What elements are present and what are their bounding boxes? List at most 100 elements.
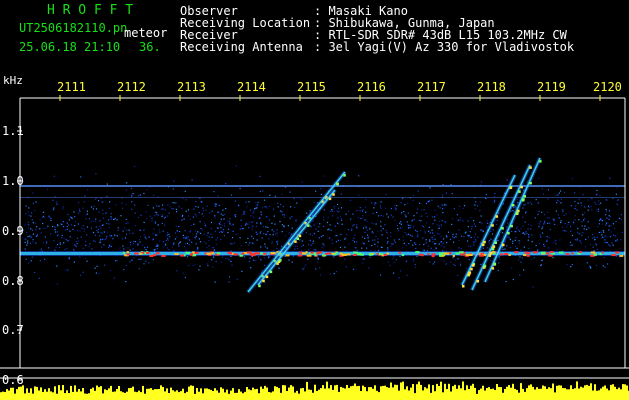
noise-speck xyxy=(163,246,165,248)
noise-speck xyxy=(432,223,434,225)
noise-speck xyxy=(497,269,499,272)
noise-speck xyxy=(356,228,358,230)
noise-speck xyxy=(319,267,321,269)
noise-speck xyxy=(340,233,342,235)
noise-speck xyxy=(262,226,264,228)
noise-speck xyxy=(215,239,217,241)
spectrum-column xyxy=(224,392,226,400)
noise-speck xyxy=(530,258,532,261)
noise-speck xyxy=(194,213,196,215)
carrier-hotspot xyxy=(310,251,314,254)
noise-speck xyxy=(396,225,398,227)
spectrum-column xyxy=(322,385,324,400)
noise-speck xyxy=(381,246,383,248)
noise-speck xyxy=(394,219,396,221)
noise-speck xyxy=(52,209,55,211)
carrier-hotspot xyxy=(415,251,420,254)
noise-speck xyxy=(35,235,38,237)
noise-speck xyxy=(252,226,254,228)
y-axis-unit: kHz xyxy=(3,74,23,87)
noise-speck xyxy=(108,226,110,228)
spectrum-column xyxy=(368,387,370,400)
noise-speck xyxy=(442,208,444,210)
noise-speck xyxy=(602,265,604,267)
noise-speck xyxy=(488,241,490,243)
noise-speck xyxy=(169,236,171,238)
noise-speck xyxy=(462,220,464,222)
noise-speck xyxy=(260,231,262,233)
noise-speck xyxy=(56,203,58,205)
noise-speck xyxy=(301,199,303,201)
noise-speck xyxy=(488,240,490,242)
noise-speck xyxy=(26,231,28,234)
spectrum-column xyxy=(432,385,434,400)
noise-speck xyxy=(338,223,340,225)
noise-speck xyxy=(309,244,312,246)
noise-speck xyxy=(315,249,317,251)
noise-speck xyxy=(620,218,622,220)
meteor-hotspot xyxy=(472,264,475,267)
noise-speck xyxy=(248,221,250,223)
spectrum-column xyxy=(182,388,184,400)
noise-speck xyxy=(358,175,360,177)
noise-speck xyxy=(72,228,74,230)
noise-speck xyxy=(370,222,372,224)
noise-speck xyxy=(401,247,403,249)
noise-speck xyxy=(547,189,549,191)
carrier-hotspot xyxy=(254,252,259,255)
noise-speck xyxy=(576,231,579,233)
noise-speck xyxy=(522,207,524,209)
noise-speck xyxy=(44,258,46,260)
noise-speck xyxy=(274,223,276,225)
noise-speck xyxy=(229,220,231,222)
noise-speck xyxy=(68,257,70,259)
noise-speck xyxy=(296,202,298,204)
noise-speck xyxy=(319,223,321,225)
noise-speck xyxy=(93,205,95,207)
noise-speck xyxy=(288,232,290,234)
noise-speck xyxy=(73,211,75,213)
noise-speck xyxy=(522,232,524,234)
noise-speck xyxy=(301,240,304,242)
carrier-hotspot xyxy=(206,252,212,255)
spectrum-column xyxy=(50,391,52,400)
spectrum-column xyxy=(472,383,474,400)
carrier-hotspot xyxy=(463,252,466,255)
noise-speck xyxy=(214,281,216,283)
noise-speck xyxy=(92,220,94,222)
noise-speck xyxy=(587,199,589,201)
noise-speck xyxy=(507,219,509,221)
noise-speck xyxy=(139,194,141,196)
spectrum-column xyxy=(500,387,502,400)
spectrum-column xyxy=(44,389,46,400)
noise-speck xyxy=(227,228,230,230)
noise-speck xyxy=(419,202,421,204)
carrier-hotspot xyxy=(479,254,484,257)
noise-speck xyxy=(181,219,183,221)
noise-speck xyxy=(263,199,266,201)
noise-speck xyxy=(443,205,445,207)
meteor-hotspot xyxy=(520,185,523,189)
noise-speck xyxy=(113,277,115,279)
y-tick-label: 1.1 xyxy=(2,124,24,138)
x-tick-label: 2116 xyxy=(357,80,386,94)
noise-speck xyxy=(47,247,50,249)
noise-speck xyxy=(108,223,110,225)
noise-speck xyxy=(217,211,220,213)
noise-speck xyxy=(62,206,64,208)
noise-speck xyxy=(597,208,599,210)
noise-speck xyxy=(358,194,360,196)
noise-speck xyxy=(79,256,81,258)
noise-speck xyxy=(260,214,263,216)
noise-speck xyxy=(100,238,102,240)
spectrum-column xyxy=(564,388,566,400)
noise-speck xyxy=(543,214,545,216)
noise-speck xyxy=(24,248,26,250)
spectrum-column xyxy=(550,388,552,400)
noise-speck xyxy=(574,219,576,221)
meteor-hotspot xyxy=(265,275,269,279)
noise-speck xyxy=(524,203,527,205)
noise-speck xyxy=(104,264,106,266)
noise-speck xyxy=(535,199,537,201)
spectrum-column xyxy=(560,385,562,400)
